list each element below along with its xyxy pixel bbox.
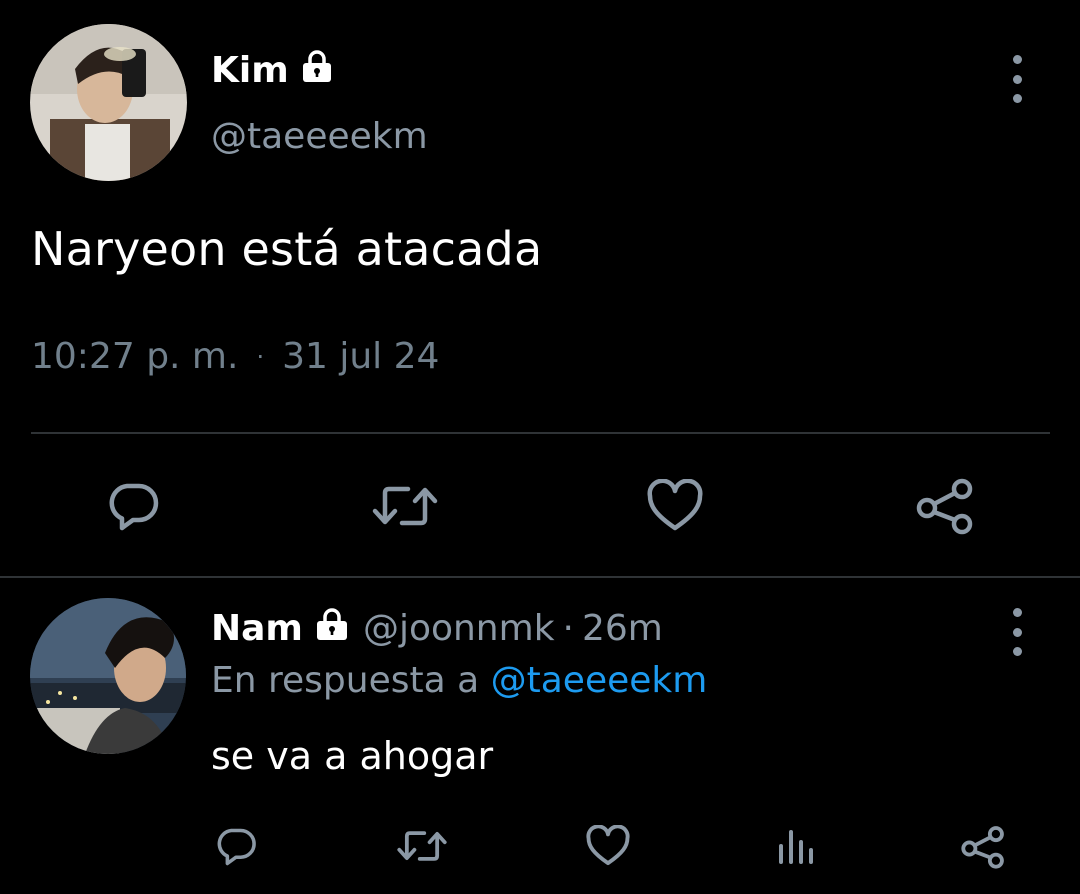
tweet-thread: Kim @taeeeekm Naryeon está atacada 10:27…	[0, 0, 1080, 894]
divider	[31, 432, 1050, 434]
heart-icon	[647, 479, 703, 531]
retweet-button[interactable]	[372, 481, 438, 531]
more-vertical-icon[interactable]	[1007, 608, 1027, 656]
author-handle[interactable]: @joonnmk	[363, 608, 555, 649]
heart-icon	[586, 825, 630, 866]
tweet-time[interactable]: 10:27 p. m.	[31, 336, 238, 377]
comment-icon	[217, 828, 256, 866]
more-vertical-icon[interactable]	[1007, 55, 1027, 103]
like-button[interactable]	[585, 825, 631, 867]
tweet-text: se va a ahogar	[211, 734, 494, 778]
author-name-row: Kim	[211, 48, 335, 93]
like-button[interactable]	[646, 478, 704, 534]
share-button[interactable]	[960, 824, 1006, 870]
author-name[interactable]: Kim	[211, 50, 289, 91]
reply-header: Nam @joonnmk · 26m	[211, 606, 663, 651]
avatar[interactable]	[30, 24, 187, 181]
avatar[interactable]	[30, 598, 186, 754]
lock-icon	[313, 606, 351, 651]
reply-mention-link[interactable]: @taeeeekm	[491, 660, 708, 701]
header-separator: ·	[562, 608, 574, 649]
reply-button[interactable]	[104, 478, 162, 536]
tweet-text: Naryeon está atacada	[31, 222, 543, 276]
share-button[interactable]	[916, 477, 974, 535]
reply-context: En respuesta a @taeeeekm	[211, 660, 707, 701]
author-handle[interactable]: @taeeeekm	[211, 116, 428, 157]
share-icon	[961, 826, 1004, 869]
tweet-date[interactable]: 31 jul 24	[282, 336, 439, 377]
lock-icon	[299, 48, 335, 93]
divider	[0, 576, 1080, 578]
analytics-icon	[779, 830, 813, 864]
retweet-icon	[372, 486, 438, 526]
analytics-button[interactable]	[776, 826, 816, 866]
tweet-time[interactable]: 26m	[582, 608, 663, 649]
comment-icon	[109, 483, 159, 531]
reply-button[interactable]	[214, 825, 258, 869]
tweet-meta: 10:27 p. m. · 31 jul 24	[31, 336, 439, 377]
meta-separator: ·	[256, 342, 265, 371]
retweet-icon	[397, 831, 447, 861]
reply-prefix: En respuesta a	[211, 660, 480, 701]
retweet-button[interactable]	[397, 826, 447, 866]
share-icon	[916, 478, 973, 535]
author-name[interactable]: Nam	[211, 608, 303, 649]
